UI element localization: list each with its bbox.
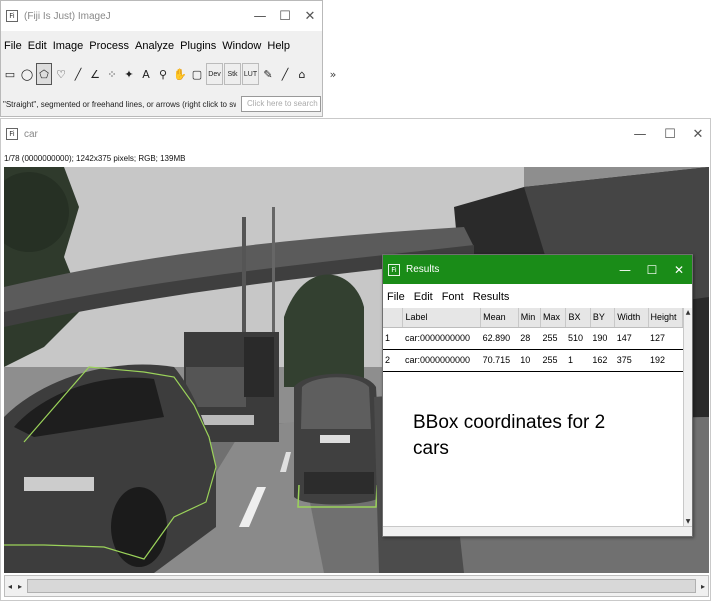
results-window: Fi Results — ☐ ✕ File Edit Font Results … [382, 254, 693, 537]
fiji-icon: Fi [388, 263, 400, 276]
cell-index: 1 [383, 326, 403, 350]
column-header-index[interactable] [383, 308, 404, 328]
minimize-button[interactable]: — [246, 1, 274, 31]
oval-tool-icon[interactable]: ◯ [19, 63, 35, 85]
close-button[interactable]: ✕ [296, 1, 324, 31]
maximize-button[interactable]: ☐ [656, 119, 684, 149]
column-header-bx[interactable]: BX [565, 308, 591, 328]
rectangle-tool-icon[interactable]: ▭ [2, 63, 18, 85]
cell-by: 162 [590, 348, 615, 372]
results-title: Results [406, 264, 440, 275]
cell-width: 147 [614, 326, 649, 350]
scroll-left-icon[interactable]: ◂ [5, 577, 15, 595]
menu-bar: File Edit Image Process Analyze Plugins … [1, 37, 322, 55]
magnifier-tool-icon[interactable]: ⚲ [155, 63, 171, 85]
annotation-text: BBox coordinates for 2 cars [413, 412, 606, 459]
menu-edit[interactable]: Edit [28, 40, 47, 52]
brush-tool-icon[interactable]: ✎ [260, 63, 276, 85]
results-table[interactable]: Label Mean Min Max BX BY Width Height 1 … [383, 308, 684, 372]
column-header-height[interactable]: Height [648, 308, 684, 328]
image-info: 1/78 (0000000000); 1242x375 pixels; RGB;… [4, 154, 186, 163]
close-button[interactable]: ✕ [684, 119, 711, 149]
column-header-mean[interactable]: Mean [480, 308, 519, 328]
line-tool-icon[interactable]: ╱ [70, 63, 86, 85]
menu-file[interactable]: File [4, 40, 22, 52]
results-menu-edit[interactable]: Edit [414, 291, 433, 303]
results-menu-font[interactable]: Font [442, 291, 464, 303]
cell-min: 28 [518, 326, 541, 350]
lut-tool-button[interactable]: LUT [242, 63, 259, 85]
results-menu-file[interactable]: File [387, 291, 405, 303]
cell-max: 255 [540, 326, 566, 350]
cell-mean: 62.890 [480, 326, 519, 350]
column-header-width[interactable]: Width [614, 308, 649, 328]
cell-label: car:0000000000 [402, 326, 481, 350]
fiji-titlebar[interactable]: Fi (Fiji Is Just) ImageJ — ☐ ✕ [1, 1, 322, 31]
minimize-button[interactable]: — [626, 119, 654, 149]
menu-help[interactable]: Help [267, 40, 290, 52]
cell-max: 255 [540, 348, 566, 372]
scroll-track[interactable] [27, 579, 696, 593]
column-header-label[interactable]: Label [402, 308, 482, 328]
table-row[interactable]: 1 car:0000000000 62.890 28 255 510 190 1… [383, 326, 683, 350]
menu-analyze[interactable]: Analyze [135, 40, 174, 52]
image-window-titlebar[interactable]: Fi car — ☐ ✕ [1, 119, 710, 149]
stk-tool-button[interactable]: Stk [224, 63, 241, 85]
polygon-tool-icon[interactable]: ⬠ [36, 63, 52, 85]
column-header-max[interactable]: Max [540, 308, 567, 328]
vertical-scrollbar[interactable]: ▲ ▼ [683, 308, 692, 526]
color-picker-tool-icon[interactable]: ▢ [189, 63, 205, 85]
cell-width: 375 [614, 348, 649, 372]
search-input[interactable]: Click here to search [241, 96, 321, 112]
cell-index: 2 [383, 348, 403, 372]
menu-process[interactable]: Process [89, 40, 129, 52]
table-row[interactable]: 2 car:0000000000 70.715 10 255 1 162 375… [383, 348, 683, 372]
scroll-right-icon[interactable]: ▸ [15, 577, 25, 595]
freehand-tool-icon[interactable]: ♡ [53, 63, 69, 85]
results-menu-results[interactable]: Results [473, 291, 510, 303]
results-menu-bar: File Edit Font Results [387, 291, 518, 303]
fiji-icon: Fi [6, 10, 18, 22]
menu-image[interactable]: Image [53, 40, 84, 52]
fiji-main-window: Fi (Fiji Is Just) ImageJ — ☐ ✕ File Edit… [0, 0, 336, 117]
toolbar: ▭ ◯ ⬠ ♡ ╱ ∠ ⁘ ✦ A ⚲ ✋ ▢ Dev Stk LUT ✎ ╱ … [1, 60, 342, 88]
cell-mean: 70.715 [480, 348, 519, 372]
minimize-button[interactable]: — [611, 255, 639, 284]
table-header-row: Label Mean Min Max BX BY Width Height [383, 308, 684, 328]
scroll-down-icon[interactable]: ▼ [684, 517, 692, 526]
dev-tool-button[interactable]: Dev [206, 63, 223, 85]
cell-min: 10 [518, 348, 541, 372]
cell-bx: 1 [565, 348, 591, 372]
angle-tool-icon[interactable]: ∠ [87, 63, 103, 85]
status-bar: "Straight", segmented or freehand lines,… [1, 95, 322, 113]
horizontal-scrollbar[interactable]: ◂ ▸ ▸ [4, 575, 709, 597]
column-header-by[interactable]: BY [590, 308, 616, 328]
cell-label: car:0000000000 [402, 348, 481, 372]
point-tool-icon[interactable]: ⁘ [104, 63, 120, 85]
fiji-icon: Fi [6, 128, 18, 140]
close-button[interactable]: ✕ [665, 255, 693, 284]
results-titlebar[interactable]: Fi Results — ☐ ✕ [383, 255, 692, 284]
image-window-title: car [24, 128, 38, 140]
text-tool-icon[interactable]: A [138, 63, 154, 85]
cell-by: 190 [590, 326, 615, 350]
column-header-min[interactable]: Min [518, 308, 541, 328]
cell-bx: 510 [565, 326, 591, 350]
menu-plugins[interactable]: Plugins [180, 40, 216, 52]
cell-height: 192 [648, 348, 683, 372]
status-text: "Straight", segmented or freehand lines,… [3, 99, 236, 109]
menu-window[interactable]: Window [222, 40, 261, 52]
wand-tool-icon[interactable]: ✦ [121, 63, 137, 85]
maximize-button[interactable]: ☐ [638, 255, 666, 284]
hand-tool-icon[interactable]: ✋ [172, 63, 188, 85]
more-tools-button[interactable]: » [325, 63, 341, 85]
cell-height: 127 [648, 326, 683, 350]
scroll-end-icon[interactable]: ▸ [698, 577, 708, 595]
results-bottom-bar [383, 526, 692, 536]
scroll-up-icon[interactable]: ▲ [684, 308, 692, 317]
window-title: (Fiji Is Just) ImageJ [24, 10, 111, 22]
pencil-tool-icon[interactable]: ╱ [277, 63, 293, 85]
flood-fill-tool-icon[interactable]: ⌂ [294, 63, 310, 85]
maximize-button[interactable]: ☐ [271, 1, 299, 31]
